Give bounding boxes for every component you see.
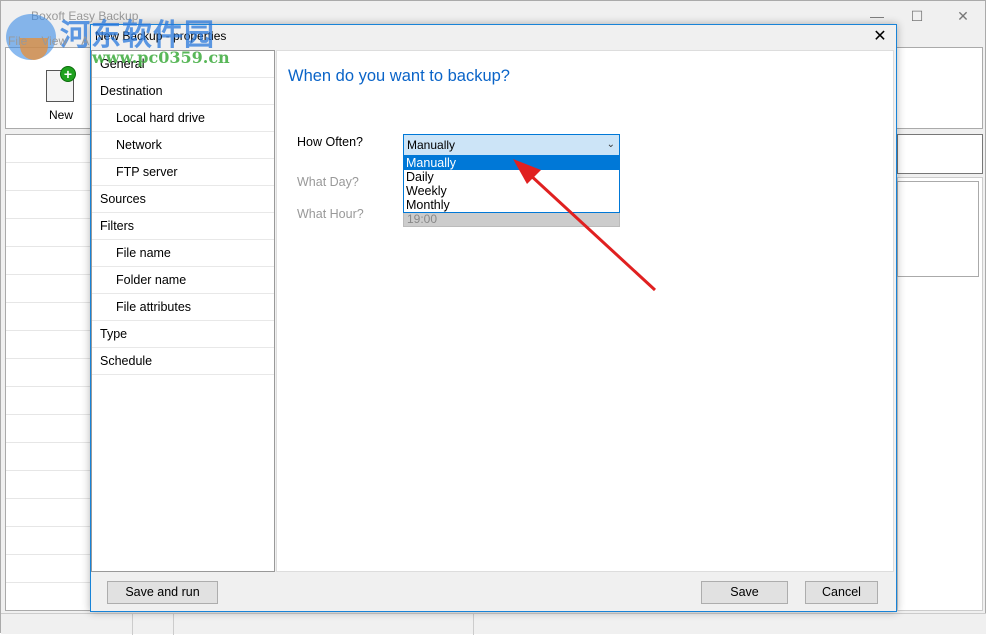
menu-bar: File View A xyxy=(8,34,103,48)
annotation-arrow xyxy=(513,159,657,292)
menu-view[interactable]: View xyxy=(41,34,67,48)
arrow-shaft xyxy=(526,171,657,292)
menu-a[interactable]: A xyxy=(81,34,89,48)
menu-file[interactable]: File xyxy=(8,34,27,48)
